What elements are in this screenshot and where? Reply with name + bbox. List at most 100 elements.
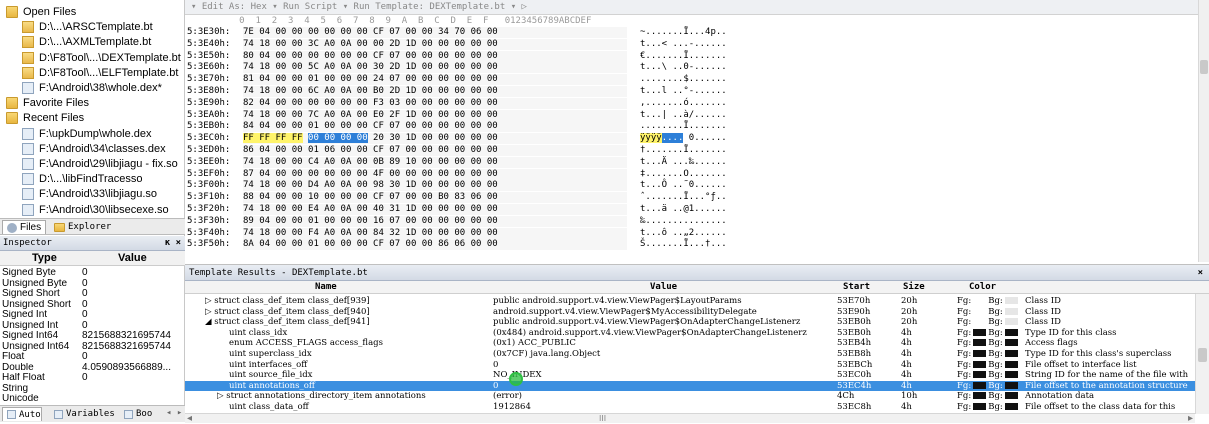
close-icon[interactable]: ×	[1198, 265, 1203, 281]
tab-variables[interactable]: Variables	[50, 407, 116, 421]
tree-item[interactable]: F:\Android\34\classes.dex	[22, 141, 166, 157]
col-type[interactable]: Type	[32, 252, 57, 264]
pin-close-icon[interactable]: ĸ ×	[165, 236, 181, 251]
hex-bytes[interactable]: 8A 04 00 00 01 00 00 00 CF 07 00 00 86 0…	[243, 239, 627, 251]
hex-bytes[interactable]: 88 04 00 00 10 00 00 00 CF 07 00 00 B0 8…	[243, 192, 627, 204]
hex-bytes[interactable]: 74 18 00 00 F4 A0 0A 00 84 32 1D 00 00 0…	[243, 227, 627, 239]
hex-bytes[interactable]: 74 18 00 00 5C A0 0A 00 30 2D 1D 00 00 0…	[243, 62, 627, 74]
inspector-row[interactable]: Unsigned Byte 0	[0, 279, 185, 289]
template-row[interactable]: ▷ struct annotations_directory_item anno…	[185, 391, 1195, 401]
inspector-row[interactable]: Unsigned Short 0	[0, 300, 185, 310]
hex-ascii[interactable]: ........$.......	[640, 74, 840, 85]
hex-ascii[interactable]: t...l ..°-......	[640, 86, 840, 97]
fg-color-swatch[interactable]	[973, 360, 987, 368]
template-row[interactable]: uint interfaces_off 0 53EBCh 4h Fg: Bg: File o…	[185, 360, 1195, 370]
hex-scrollbar[interactable]	[1198, 0, 1209, 262]
inspector-row[interactable]: Signed Int 0	[0, 310, 185, 320]
template-scrollbar[interactable]	[1195, 294, 1209, 414]
hex-toolbar-text[interactable]: ▾ Edit As: Hex ▾ Run Script ▾ Run Templa…	[185, 2, 527, 12]
bg-color-swatch[interactable]	[1004, 339, 1018, 347]
inspector-row[interactable]: String	[0, 384, 185, 394]
template-row[interactable]: uint class_data_off 1912864 53EC8h 4h Fg: Bg:…	[185, 402, 1195, 412]
fg-color-swatch[interactable]	[973, 371, 987, 379]
tree-item[interactable]: F:\Android\38\whole.dex*	[22, 80, 162, 96]
bg-color-swatch[interactable]	[1004, 328, 1018, 336]
hex-ascii[interactable]: ........Ï.......	[640, 121, 840, 132]
hex-ascii[interactable]: ‡.......O.......	[640, 169, 840, 180]
template-row[interactable]: enum ACCESS_FLAGS access_flags (0x1) ACC_…	[185, 338, 1195, 348]
fg-color-swatch[interactable]	[973, 339, 987, 347]
template-row[interactable]: uint superclass_idx (0x7CF) java.lang.Obj…	[185, 349, 1195, 359]
bg-color-swatch[interactable]	[1004, 403, 1018, 410]
hex-bytes[interactable]: 74 18 00 00 3C A0 0A 00 00 2D 1D 00 00 0…	[243, 38, 627, 50]
col-name[interactable]: Name	[315, 281, 337, 294]
hex-bytes[interactable]: 74 18 00 00 E4 A0 0A 00 40 31 1D 00 00 0…	[243, 204, 627, 215]
fg-color-swatch[interactable]	[973, 297, 987, 304]
hex-bytes[interactable]: 87 04 00 00 00 00 00 00 4F 00 00 00 00 0…	[243, 168, 627, 180]
hex-bytes[interactable]: 86 04 00 00 01 06 00 00 CF 07 00 00 00 0…	[243, 145, 627, 156]
hex-bytes[interactable]: 74 18 00 00 C4 A0 0A 00 0B 89 10 00 00 0…	[243, 156, 627, 168]
bg-color-swatch[interactable]	[1004, 360, 1018, 368]
tree-item[interactable]: D:\...\AXMLTemplate.bt	[22, 34, 151, 50]
template-row[interactable]: ▷ struct class_def_item class_def[939] pu…	[185, 296, 1195, 306]
template-row[interactable]: uint source_file_idx NO_INDEX 53EC0h 4h Fg: B…	[185, 370, 1195, 380]
hex-ascii[interactable]: t...< ...-......	[640, 39, 840, 50]
template-row[interactable]: ▷ struct class_def_item class_def[940] an…	[185, 307, 1195, 317]
fg-color-swatch[interactable]	[973, 381, 987, 389]
tab-scroll-arrows[interactable]: ◂ ▸	[166, 408, 182, 418]
fg-color-swatch[interactable]	[973, 328, 987, 336]
tree-item[interactable]: F:\upkDump\whole.dex	[22, 126, 152, 142]
inspector-row[interactable]: Signed Short 0	[0, 289, 185, 299]
hex-bytes[interactable]: 80 04 00 00 00 00 00 00 CF 07 00 00 00 0…	[243, 50, 627, 62]
tree-item[interactable]: Open Files	[6, 4, 76, 20]
col-value-header[interactable]: Value	[650, 281, 677, 294]
scroll-left-icon[interactable]: ◂	[187, 413, 192, 424]
hex-ascii[interactable]: t...| ..à/......	[640, 110, 840, 121]
inspector-row[interactable]: Signed Byte 0	[0, 268, 185, 278]
bg-color-swatch[interactable]	[1004, 392, 1018, 400]
inspector-row[interactable]: Unsigned Int 0	[0, 321, 185, 331]
hex-bytes[interactable]: 7E 04 00 00 00 00 00 00 CF 07 00 00 34 7…	[243, 27, 627, 38]
inspector-row[interactable]: Double 4.0590893566889...	[0, 363, 185, 373]
fg-color-swatch[interactable]	[973, 403, 987, 410]
col-color[interactable]: Color	[969, 281, 996, 294]
hex-bytes[interactable]: FF FF FF FF 00 00 00 00 20 30 1D 00 00 0…	[243, 133, 627, 145]
tree-item[interactable]: F:\Android\29\libjiagu - fix.so	[22, 156, 178, 172]
tab-bookmarks[interactable]: Boo	[120, 407, 162, 421]
hex-ascii[interactable]: €.......Ï.......	[640, 51, 840, 62]
hex-ascii[interactable]: t...ä ..@1......	[640, 204, 840, 215]
col-value[interactable]: Value	[118, 252, 147, 264]
fg-color-swatch[interactable]	[973, 392, 987, 400]
hex-bytes[interactable]: 82 04 00 00 00 00 00 00 F3 03 00 00 00 0…	[243, 97, 627, 109]
fg-color-swatch[interactable]	[973, 350, 987, 357]
hex-ascii[interactable]: ~.......Ï...4p..	[640, 27, 840, 38]
inspector-row[interactable]: Unsigned Int64 8215688321695744	[0, 342, 185, 352]
bg-color-swatch[interactable]	[1004, 371, 1018, 379]
tree-item[interactable]: F:\Android\30\libsecexe.so	[22, 202, 169, 218]
hex-bytes[interactable]: 74 18 00 00 D4 A0 0A 00 98 30 1D 00 00 0…	[243, 180, 627, 192]
fg-color-swatch[interactable]	[973, 318, 987, 326]
hex-bytes[interactable]: 74 18 00 00 6C A0 0A 00 B0 2D 1D 00 00 0…	[243, 86, 627, 97]
bg-color-swatch[interactable]	[1004, 350, 1018, 357]
scroll-right-icon[interactable]: ▸	[1188, 413, 1193, 424]
hex-bytes[interactable]: 89 04 00 00 01 00 00 00 16 07 00 00 00 0…	[243, 215, 627, 227]
tree-item[interactable]: Recent Files	[6, 110, 84, 126]
hex-ascii[interactable]: t...ô ..„2......	[640, 228, 840, 239]
tree-item[interactable]: D:\...\ARSCTemplate.bt	[22, 19, 153, 35]
template-row[interactable]: uint annotations_off 0 53EC4h 4h Fg: Bg: File …	[185, 380, 1195, 391]
hex-ascii[interactable]: ‰...............	[640, 216, 840, 227]
fg-color-swatch[interactable]	[973, 307, 987, 315]
bg-color-swatch[interactable]	[1004, 381, 1018, 389]
hex-ascii[interactable]: ÿÿÿÿ.... 0......	[640, 133, 840, 144]
template-row[interactable]: uint class_idx (0x484) android.support.v4…	[185, 328, 1195, 338]
col-size[interactable]: Size	[903, 281, 925, 294]
hex-scroll-thumb[interactable]	[1200, 60, 1208, 74]
hex-bytes[interactable]: 81 04 00 00 01 00 00 00 24 07 00 00 00 0…	[243, 74, 627, 86]
tree-item[interactable]: Favorite Files	[6, 95, 89, 111]
tree-item[interactable]: D:\F8Tool\...\DEXTemplate.bt	[22, 50, 181, 66]
bg-color-swatch[interactable]	[1004, 318, 1018, 326]
col-start[interactable]: Start	[843, 281, 870, 294]
inspector-row[interactable]: Half Float 0	[0, 373, 185, 383]
template-row[interactable]: ◢ struct class_def_item class_def[941] pu…	[185, 317, 1195, 327]
tab-explorer[interactable]: Explorer	[50, 220, 122, 234]
